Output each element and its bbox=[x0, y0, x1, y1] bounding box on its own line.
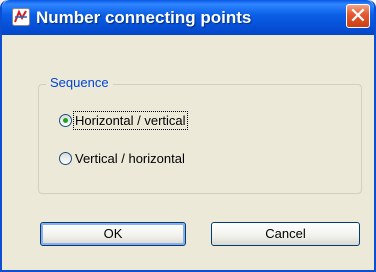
sequence-group-title: Sequence bbox=[46, 75, 113, 90]
radio-horizontal-vertical[interactable]: Horizontal / vertical bbox=[59, 110, 188, 130]
radio-button[interactable] bbox=[59, 151, 72, 165]
radio-vertical-horizontal[interactable]: Vertical / horizontal bbox=[59, 149, 185, 167]
title-bar[interactable]: Number connecting points ✕ bbox=[2, 0, 374, 35]
window-title: Number connecting points bbox=[36, 8, 252, 27]
screen: Number connecting points ✕ Sequence Hori… bbox=[0, 0, 376, 272]
close-button[interactable]: ✕ bbox=[346, 4, 370, 28]
radio-button-checked[interactable] bbox=[59, 113, 72, 127]
cancel-button[interactable]: Cancel bbox=[211, 222, 360, 246]
number-connecting-points-dialog: Number connecting points ✕ Sequence Hori… bbox=[0, 0, 376, 272]
ok-button[interactable]: OK bbox=[40, 222, 186, 246]
app-logo-icon bbox=[12, 8, 30, 26]
radio-label[interactable]: Vertical / horizontal bbox=[75, 151, 185, 166]
sequence-group bbox=[38, 84, 362, 194]
radio-label[interactable]: Horizontal / vertical bbox=[73, 110, 188, 130]
close-icon: ✕ bbox=[348, 3, 368, 28]
